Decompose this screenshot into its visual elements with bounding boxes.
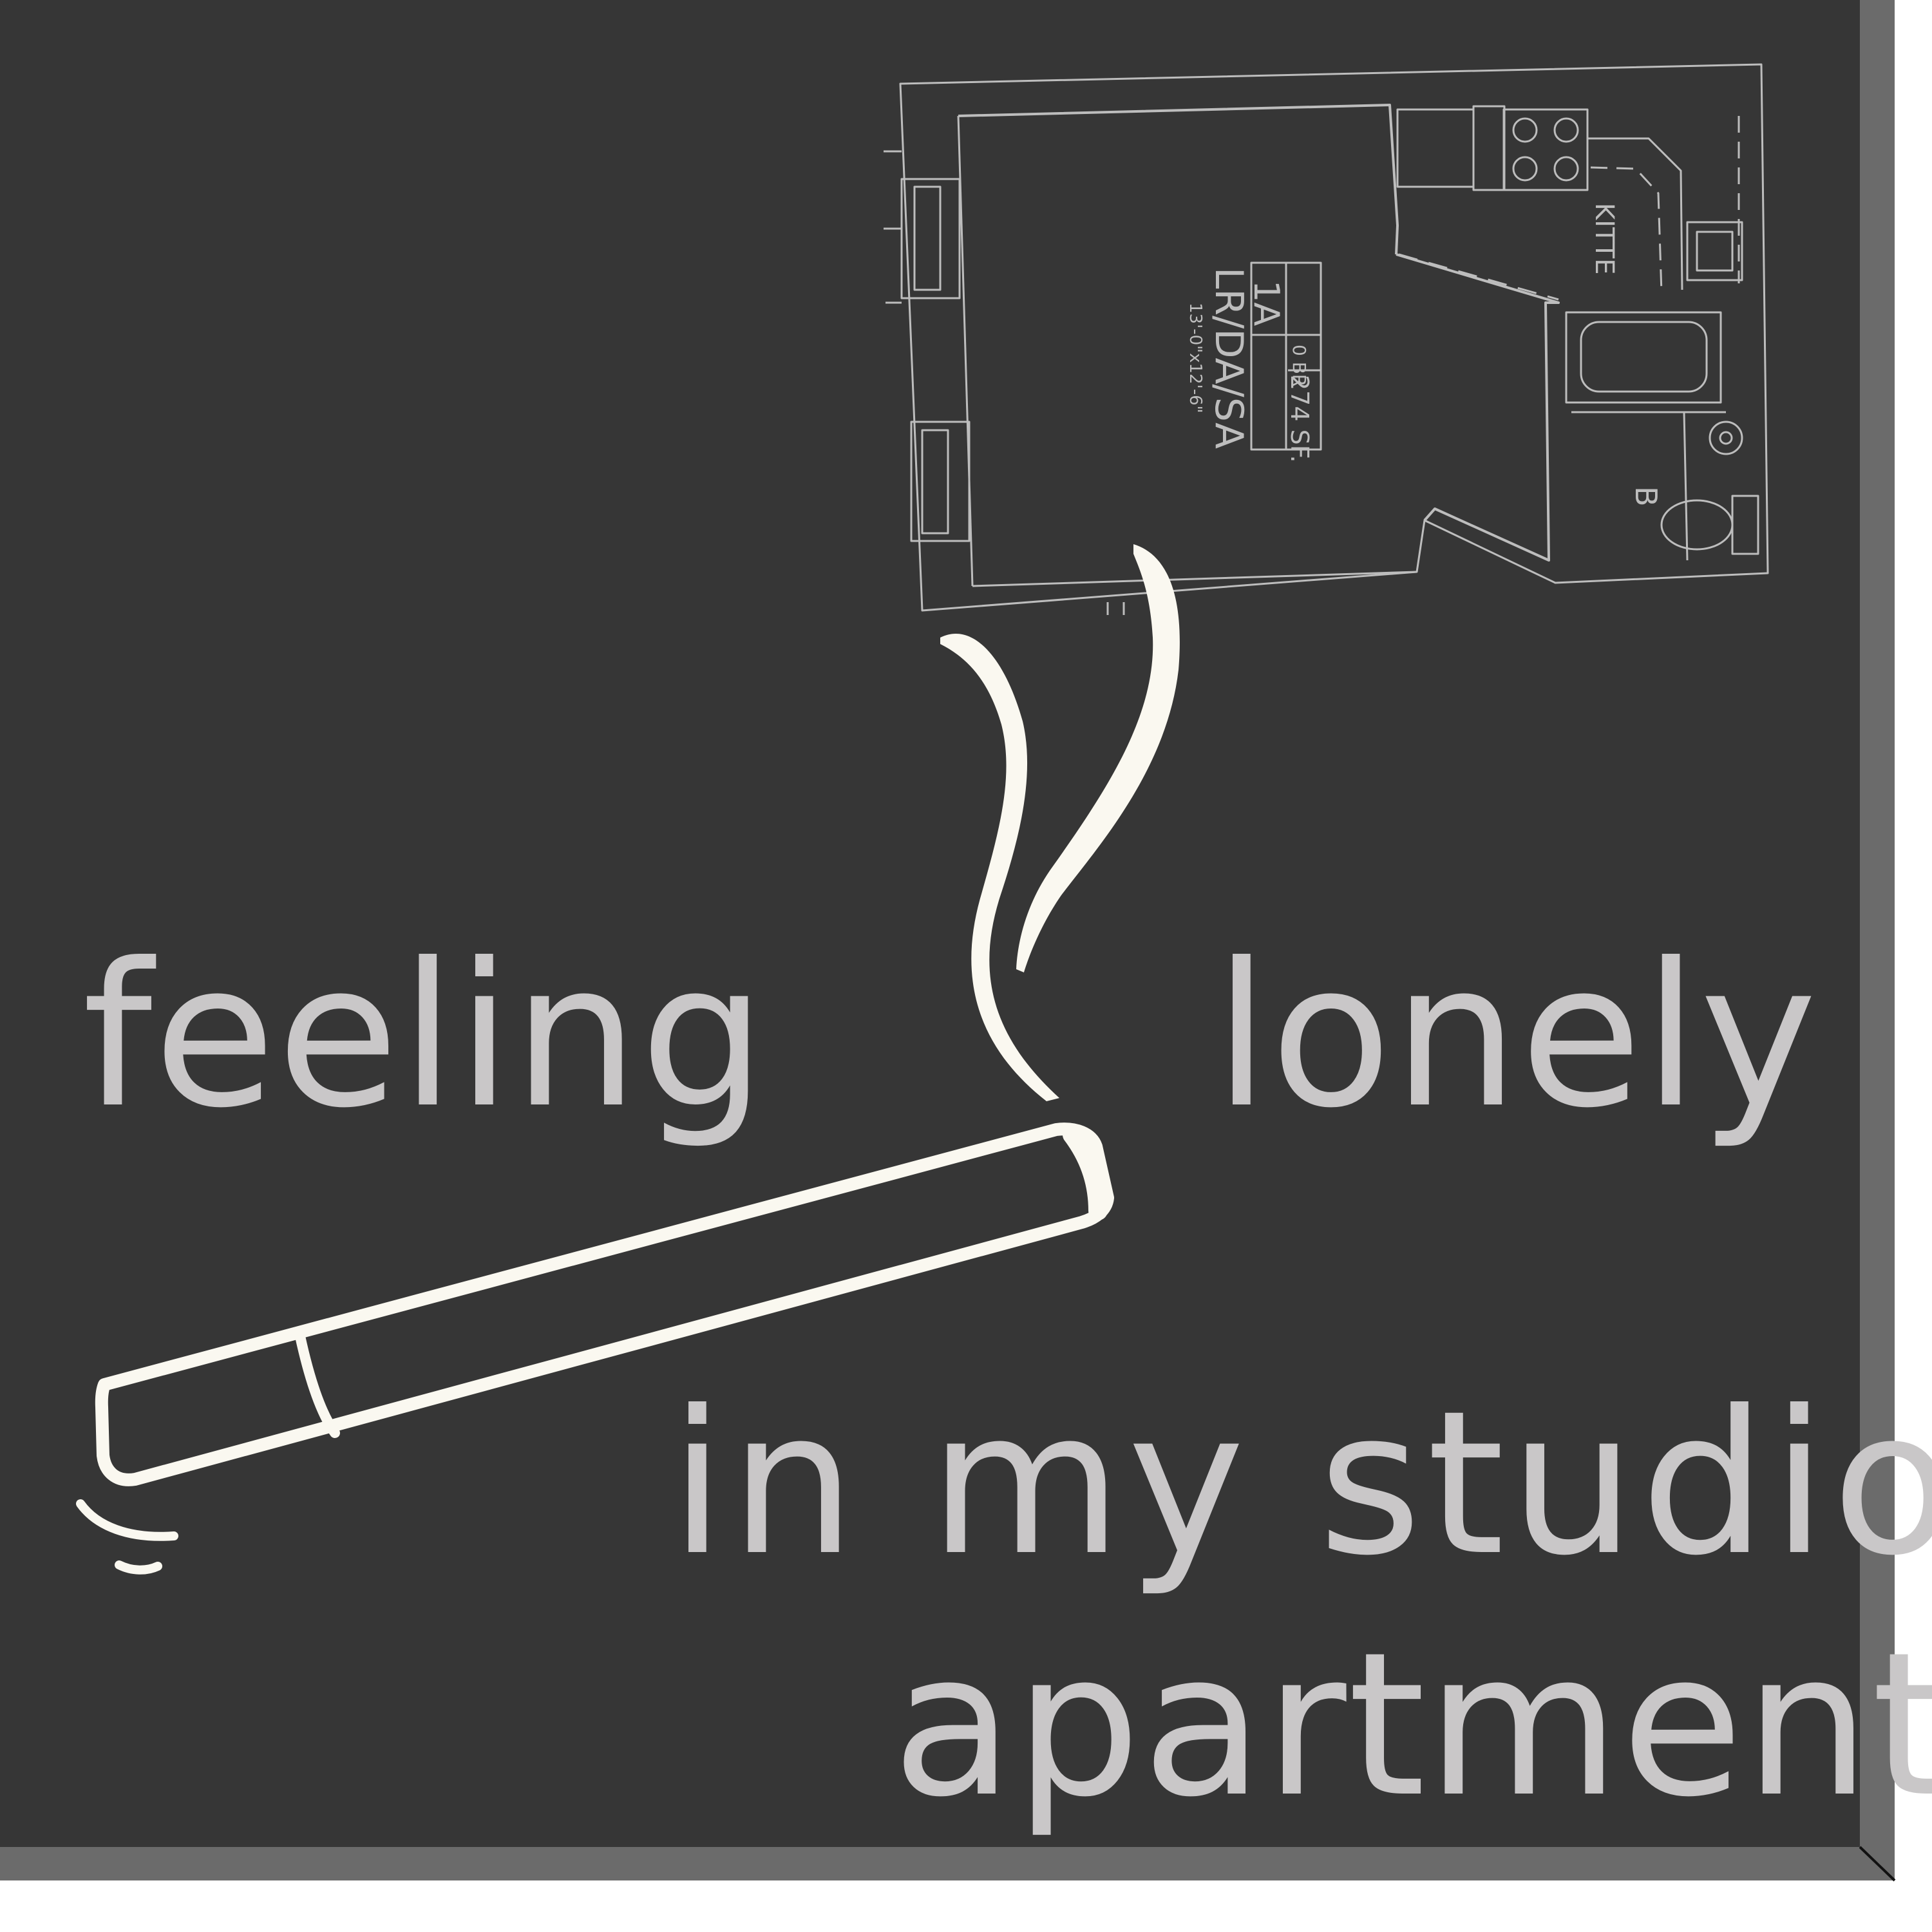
plan-kitchen-label: KITTE bbox=[1589, 203, 1619, 274]
plan-unit-label: 1A bbox=[1246, 280, 1287, 326]
plan-dimensions-label: 13'-0"x12'-6" bbox=[1186, 303, 1205, 413]
ash-mark-lower bbox=[115, 1560, 162, 1575]
plan-area-label: 274 SF. bbox=[1285, 375, 1314, 463]
line-in-my-studio: in my studio bbox=[670, 1368, 1932, 1599]
word-lonely: lonely bbox=[1214, 920, 1819, 1151]
plan-room-label: LR/DA/SA bbox=[1206, 267, 1251, 449]
artwork: 1A 0 BR 274 SF. LR/DA/SA 13'-0"x12'-6" K… bbox=[0, 0, 1932, 1932]
plan-bath-label: B bbox=[1629, 486, 1663, 507]
line-apartment: apartment bbox=[892, 1609, 1932, 1841]
word-feeling: feeling bbox=[82, 920, 768, 1151]
frame-bottom-edge bbox=[0, 1847, 1895, 1880]
